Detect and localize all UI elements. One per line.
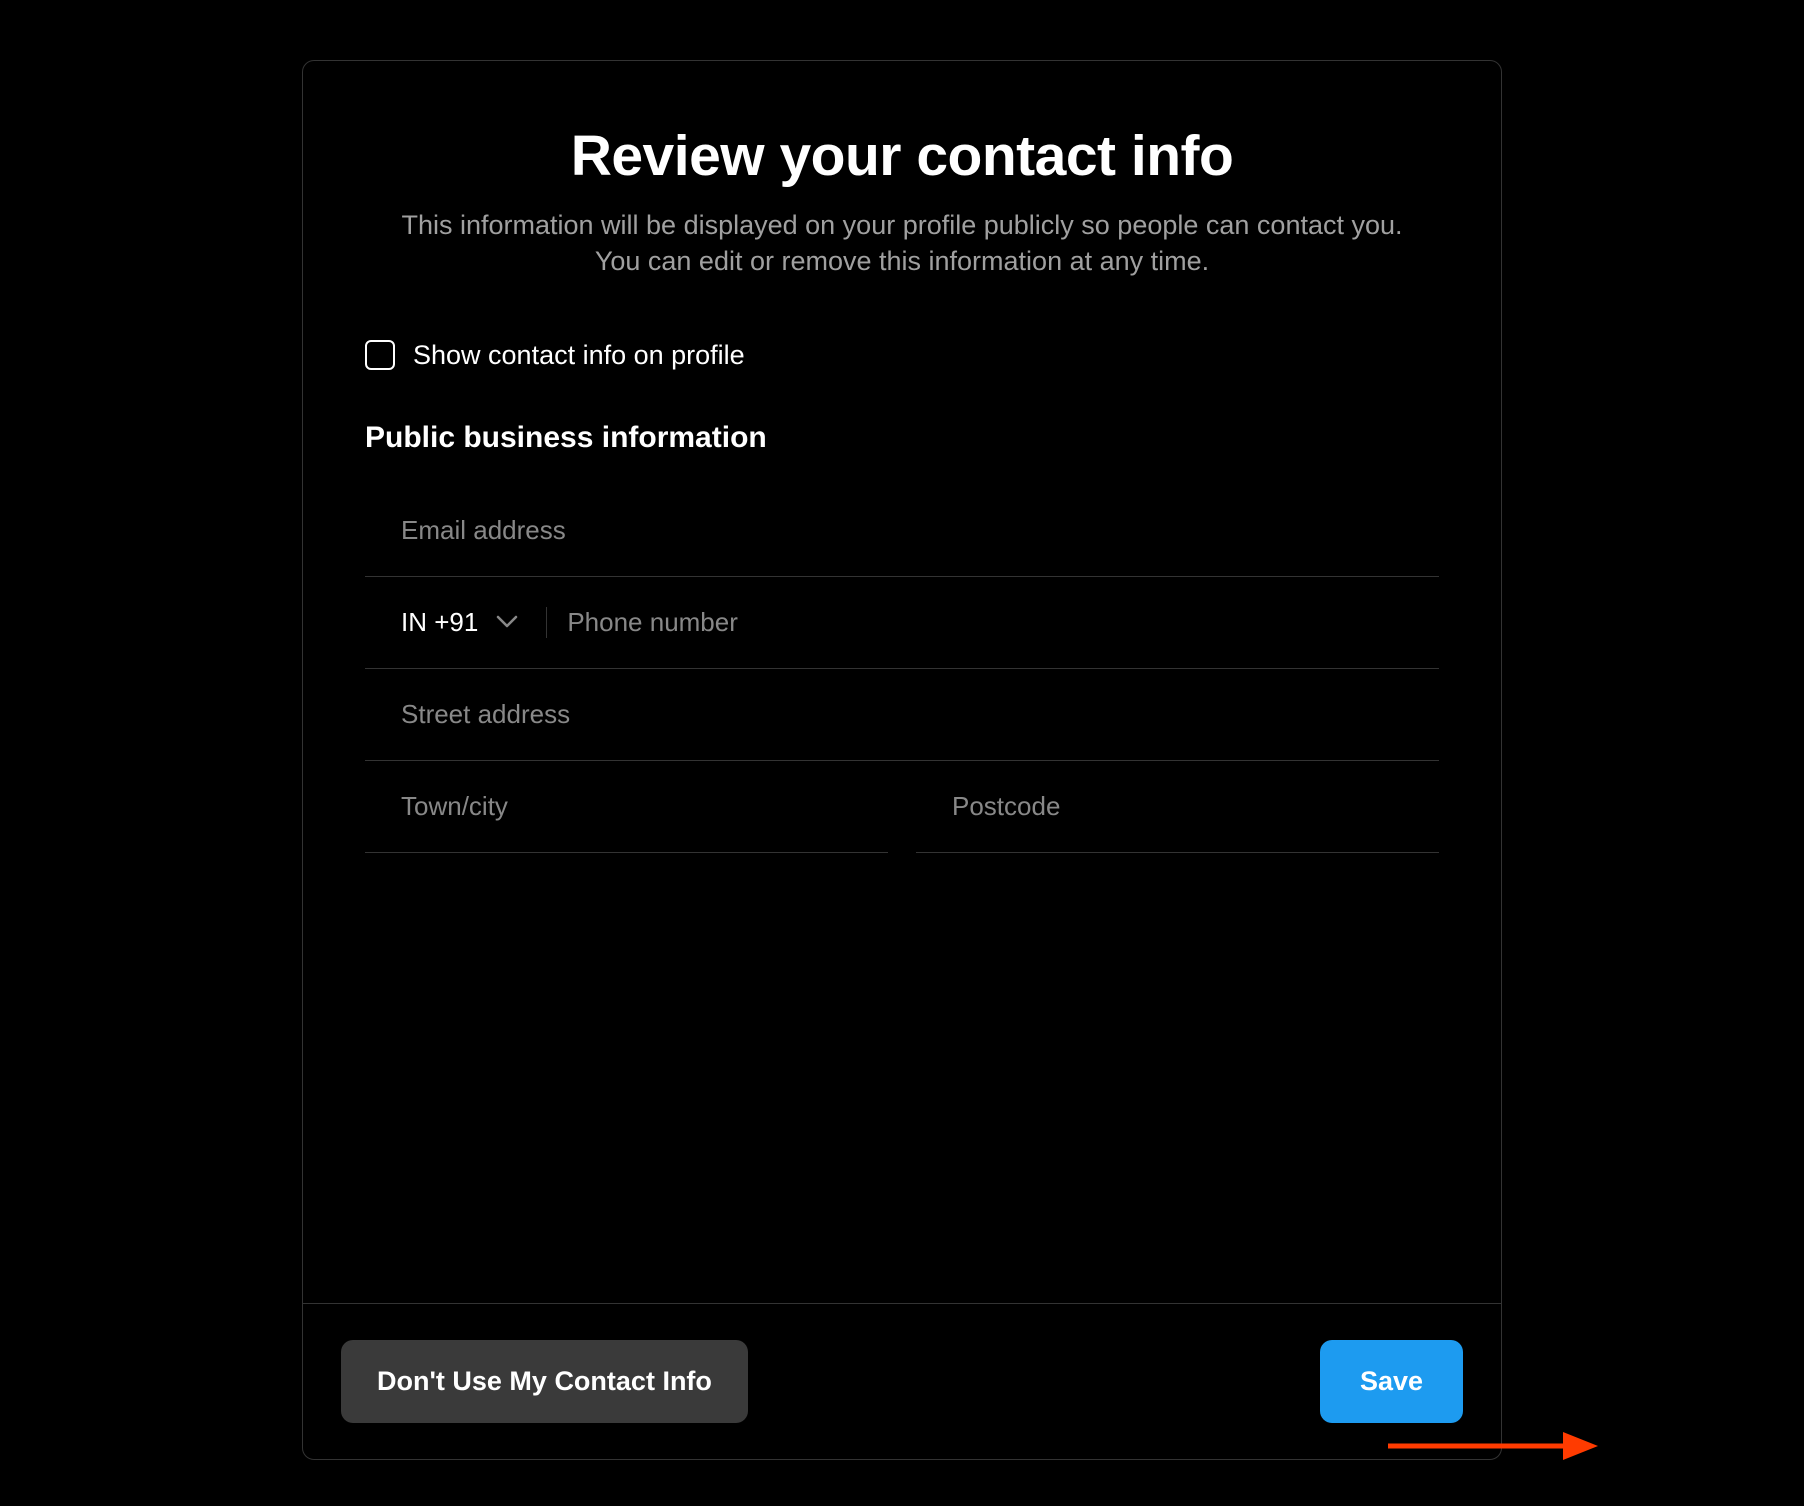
postcode-field-row <box>916 761 1439 853</box>
page-title: Review your contact info <box>365 123 1439 189</box>
show-contact-checkbox[interactable] <box>365 340 395 370</box>
country-code-select[interactable]: IN +91 <box>365 607 547 638</box>
street-field[interactable] <box>365 669 1439 760</box>
show-contact-label: Show contact info on profile <box>413 340 745 371</box>
save-button[interactable]: Save <box>1320 1340 1463 1423</box>
postcode-field[interactable] <box>916 761 1439 852</box>
street-field-row <box>365 669 1439 761</box>
section-title-public-business-info: Public business information <box>365 421 1439 455</box>
town-field-row <box>365 761 888 853</box>
show-contact-row[interactable]: Show contact info on profile <box>365 340 1439 371</box>
modal-footer: Don't Use My Contact Info Save <box>303 1303 1501 1459</box>
phone-field-row: IN +91 <box>365 577 1439 669</box>
modal-body: Review your contact info This informatio… <box>303 61 1501 1303</box>
country-code-label: IN +91 <box>401 607 478 638</box>
town-postcode-row <box>365 761 1439 853</box>
email-field[interactable] <box>365 485 1439 576</box>
chevron-down-icon <box>496 615 518 629</box>
review-contact-modal: Review your contact info This informatio… <box>302 60 1502 1460</box>
page-subtitle: This information will be displayed on yo… <box>365 207 1439 280</box>
town-field[interactable] <box>365 761 888 852</box>
email-field-row <box>365 485 1439 577</box>
dont-use-contact-button[interactable]: Don't Use My Contact Info <box>341 1340 748 1423</box>
phone-field[interactable] <box>547 577 1439 668</box>
